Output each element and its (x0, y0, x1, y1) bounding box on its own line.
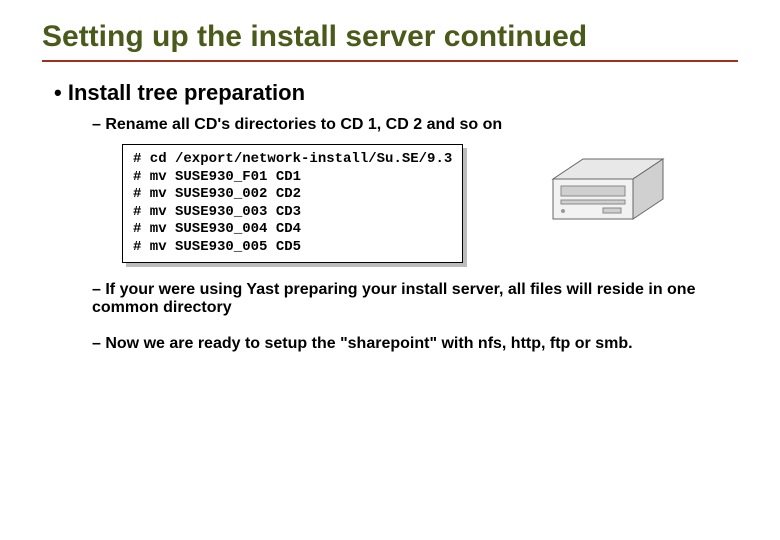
code-and-image-row: # cd /export/network-install/Su.SE/9.3 #… (122, 144, 738, 263)
bullet-level-1: Install tree preparation (54, 80, 738, 106)
code-block-wrapper: # cd /export/network-install/Su.SE/9.3 #… (122, 144, 463, 263)
slide-title: Setting up the install server continued (42, 20, 738, 54)
title-underline (42, 60, 738, 62)
bullet-level-2-yast: If your were using Yast preparing your i… (92, 281, 738, 317)
bullet-level-2-rename: Rename all CD's directories to CD 1, CD … (92, 116, 738, 134)
bullet-level-2-sharepoint: Now we are ready to setup the "sharepoin… (92, 335, 738, 353)
cdrom-drive-icon (543, 144, 673, 234)
code-block: # cd /export/network-install/Su.SE/9.3 #… (122, 144, 463, 263)
